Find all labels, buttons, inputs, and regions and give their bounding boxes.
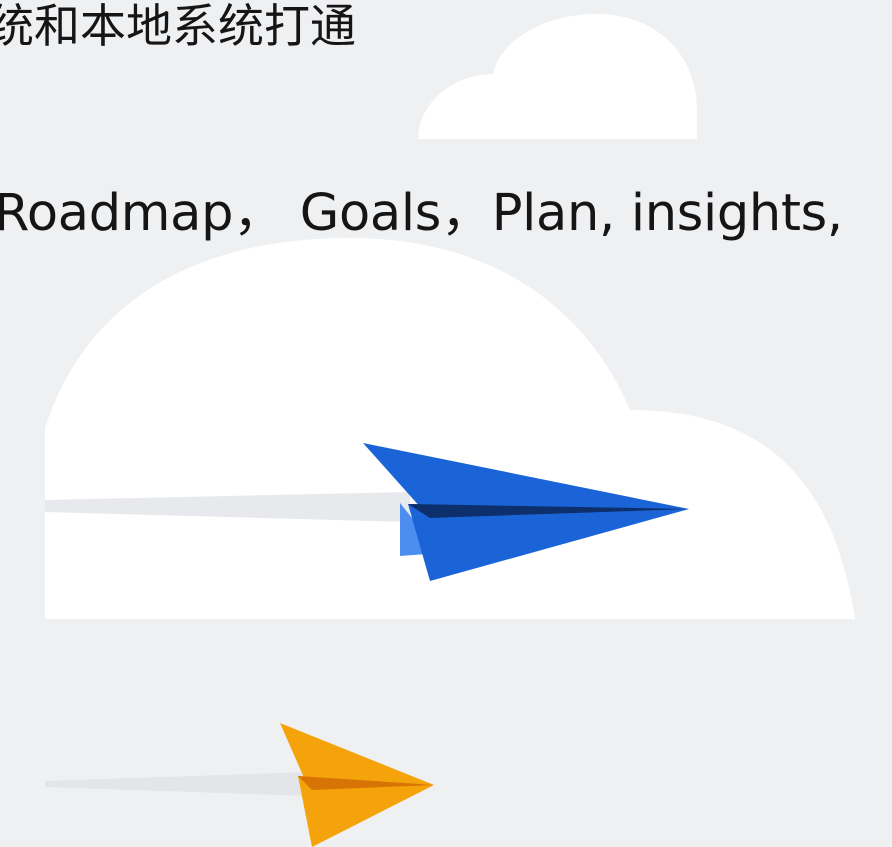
text-line-1: 统和本地系统打通 bbox=[0, 0, 356, 53]
small-cloud-icon bbox=[418, 14, 697, 139]
text-line-2: Roadmap， Goals，Plan, insights, bbox=[0, 184, 843, 243]
orange-plane-trail bbox=[45, 772, 310, 796]
orange-paper-plane-icon bbox=[280, 723, 434, 847]
illustration-canvas bbox=[45, 14, 855, 847]
illustration-scene: 统和本地系统打通 Roadmap， Goals，Plan, insights, bbox=[0, 0, 892, 847]
